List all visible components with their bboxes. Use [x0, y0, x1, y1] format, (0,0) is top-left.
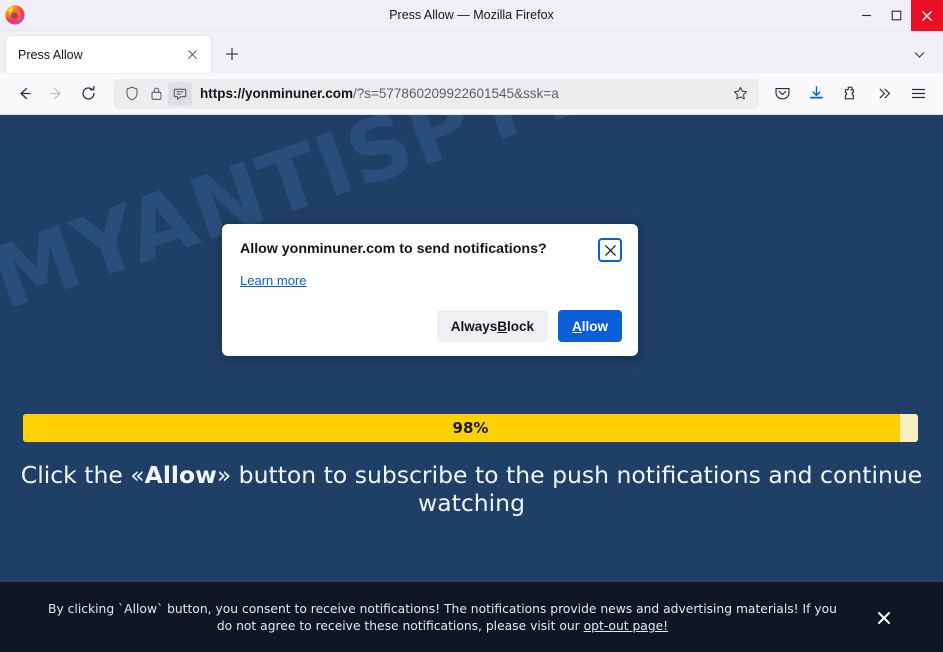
headline-after: » button to subscribe to the push notifi…	[217, 461, 922, 517]
tab-close-icon[interactable]	[181, 44, 203, 66]
toolbar-right-buttons	[765, 79, 935, 109]
pocket-icon[interactable]	[765, 79, 799, 109]
consent-text-body: By clicking `Allow` button, you consent …	[48, 602, 837, 633]
always-block-button[interactable]: Always Block	[437, 310, 548, 342]
lock-icon[interactable]	[144, 82, 168, 106]
url-host: https://yonminuner.com	[200, 86, 353, 101]
close-window-button[interactable]	[911, 0, 943, 31]
always-block-accesskey: B	[497, 319, 507, 334]
forward-button[interactable]	[40, 79, 72, 109]
download-icon[interactable]	[799, 79, 833, 109]
chevron-double-right-icon[interactable]	[867, 79, 901, 109]
star-icon[interactable]	[727, 81, 753, 107]
consent-text: By clicking `Allow` button, you consent …	[22, 601, 871, 636]
allow-label-suffix: llow	[582, 319, 608, 334]
new-tab-button[interactable]	[217, 39, 247, 69]
browser-tab[interactable]: Press Allow	[6, 36, 211, 73]
hamburger-menu-icon[interactable]	[901, 79, 935, 109]
page-viewport: MYANTISPYWARE.COM 98% Click the «Allow» …	[0, 115, 943, 652]
progress-percent-label: 98%	[23, 414, 918, 442]
consent-close-icon[interactable]	[871, 605, 897, 631]
dialog-actions: Always Block Allow	[240, 310, 622, 342]
url-path: /?s=577860209922601545&ssk=a	[353, 86, 559, 101]
always-block-label-prefix: Always	[451, 319, 498, 334]
tab-label: Press Allow	[18, 48, 181, 62]
window-title: Press Allow — Mozilla Firefox	[0, 0, 943, 31]
firefox-logo-icon	[4, 4, 26, 26]
back-button[interactable]	[8, 79, 40, 109]
consent-bar: By clicking `Allow` button, you consent …	[0, 582, 943, 652]
list-all-tabs-button[interactable]	[905, 40, 933, 68]
progress-bar: 98%	[23, 414, 918, 442]
extensions-puzzle-icon[interactable]	[833, 79, 867, 109]
title-bar: Press Allow — Mozilla Firefox	[0, 0, 943, 31]
browser-window: Press Allow — Mozilla Firefox Press Allo…	[0, 0, 943, 652]
maximize-button[interactable]	[881, 0, 911, 31]
window-controls	[851, 0, 943, 31]
tab-strip: Press Allow	[0, 31, 943, 73]
headline-emphasis: Allow	[145, 461, 217, 489]
allow-accesskey: A	[572, 319, 582, 334]
navigation-toolbar: https://yonminuner.com/?s=57786020992260…	[0, 73, 943, 115]
minimize-button[interactable]	[851, 0, 881, 31]
dialog-header: Allow yonminuner.com to send notificatio…	[240, 238, 622, 262]
learn-more-link[interactable]: Learn more	[240, 273, 306, 288]
headline-before: Click the «	[21, 461, 145, 489]
notification-permission-icon[interactable]	[168, 82, 192, 106]
reload-button[interactable]	[72, 79, 104, 109]
shield-icon[interactable]	[120, 82, 144, 106]
opt-out-link[interactable]: opt-out page!	[584, 619, 669, 633]
page-headline: Click the «Allow» button to subscribe to…	[0, 461, 943, 517]
url-text[interactable]: https://yonminuner.com/?s=57786020992260…	[200, 86, 727, 101]
allow-button[interactable]: Allow	[558, 310, 622, 342]
notification-permission-dialog: Allow yonminuner.com to send notificatio…	[222, 224, 638, 356]
dialog-title: Allow yonminuner.com to send notificatio…	[240, 238, 547, 258]
always-block-label-suffix: lock	[507, 319, 534, 334]
dialog-close-button[interactable]	[598, 238, 622, 262]
url-bar[interactable]: https://yonminuner.com/?s=57786020992260…	[114, 79, 759, 109]
